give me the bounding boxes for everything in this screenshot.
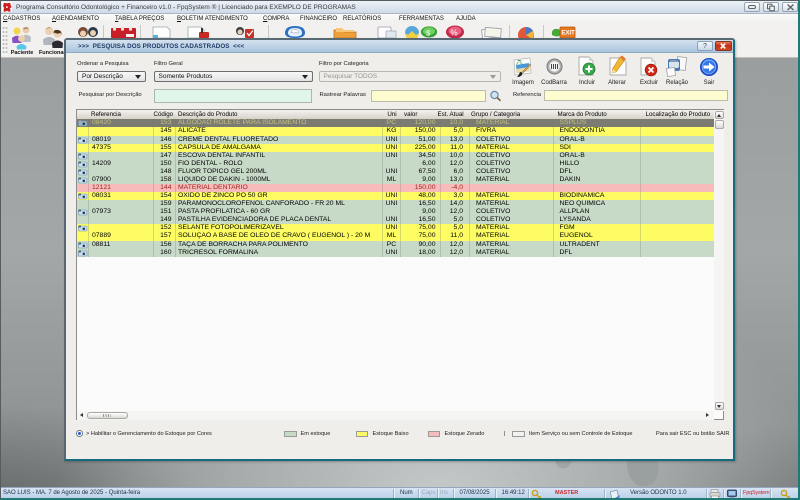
- svg-text:%: %: [451, 29, 458, 38]
- svg-text:$: $: [426, 28, 431, 37]
- svg-text:EXIT: EXIT: [562, 31, 576, 37]
